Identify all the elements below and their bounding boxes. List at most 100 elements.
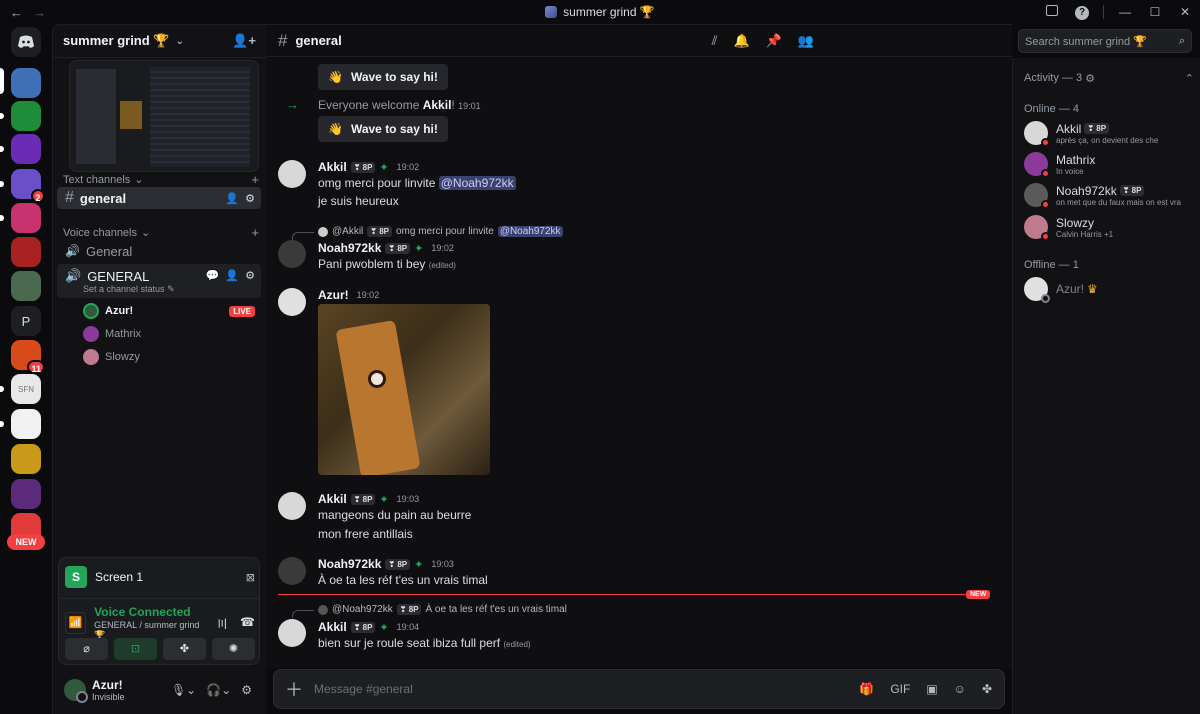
avatar[interactable] xyxy=(278,557,306,585)
clan-tag[interactable]: ❣ 8P xyxy=(385,242,411,254)
close-icon[interactable]: ✕ xyxy=(1170,5,1200,19)
author-name[interactable]: Akkil xyxy=(318,620,347,634)
server-icon-4[interactable]: 2 xyxy=(11,169,45,203)
server-icon-11[interactable] xyxy=(11,409,41,439)
disconnect-icon[interactable]: ☎ xyxy=(240,615,255,632)
apps-icon[interactable]: ✤ xyxy=(982,682,992,696)
author-name[interactable]: Akkil xyxy=(318,160,347,174)
add-attachment-icon[interactable]: ＋ xyxy=(274,676,314,702)
gear-icon[interactable]: ⚙ xyxy=(245,192,255,205)
clan-tag[interactable]: ❣ 8P xyxy=(1119,185,1145,196)
sticker-icon[interactable]: ▣ xyxy=(926,682,937,696)
voice-user-azur[interactable]: Azur! LIVE xyxy=(83,303,255,319)
author-name[interactable]: Akkil xyxy=(318,492,347,506)
member-item[interactable]: Slowzy Calvin Harris +1 xyxy=(1024,212,1200,242)
pencil-icon[interactable]: ✎ xyxy=(167,284,175,294)
author-name[interactable]: Azur! xyxy=(318,288,349,302)
clan-tag[interactable]: ❣ 8P xyxy=(350,161,376,173)
voice-channels-category[interactable]: Voice channels ⌄ + xyxy=(63,225,259,240)
channel-general[interactable]: # general 👤 ⚙ xyxy=(57,187,261,209)
reply-preview[interactable]: @Noah972kk ❣ 8P À oe ta les réf t'es un … xyxy=(318,604,567,615)
member-list-icon[interactable]: 👥 xyxy=(798,33,814,49)
voice-user-slowzy[interactable]: Slowzy xyxy=(83,349,255,365)
microphone-icon[interactable]: 🎙⌄ xyxy=(171,683,196,697)
add-channel-icon[interactable]: + xyxy=(251,225,259,240)
voice-channel-GENERAL[interactable]: 🔊 GENERAL Set a channel status ✎ 💬 👤 ⚙ xyxy=(57,264,261,298)
invite-icon[interactable]: 👤 xyxy=(225,192,239,205)
mention[interactable]: @Noah972kk xyxy=(438,176,516,190)
avatar[interactable] xyxy=(278,492,306,520)
image-attachment[interactable] xyxy=(318,304,490,475)
help-icon[interactable]: ? xyxy=(1067,4,1097,20)
search-input[interactable]: Search summer grind 🏆 ⌕ xyxy=(1018,29,1192,53)
server-icon-12[interactable] xyxy=(11,444,41,474)
camera-off-button[interactable]: ⌀ xyxy=(65,638,108,660)
server-icon-8[interactable]: P xyxy=(11,306,41,336)
discord-home-icon[interactable] xyxy=(11,27,41,57)
voice-status[interactable]: Voice Connected xyxy=(94,605,208,619)
gear-icon[interactable]: ⚙ xyxy=(245,269,255,282)
threads-icon[interactable]: ⫽ xyxy=(712,33,718,49)
server-icon-1[interactable] xyxy=(11,68,41,98)
server-icon-10[interactable]: SFN xyxy=(11,374,41,404)
pin-icon[interactable]: 📌 xyxy=(766,33,782,49)
bell-icon[interactable]: 🔔 xyxy=(733,33,749,49)
back-arrow-icon[interactable]: ← xyxy=(10,5,23,20)
signal-icon[interactable]: 📶 xyxy=(65,612,87,634)
reply-preview[interactable]: @Akkil ❣ 8P omg merci pour linvite @Noah… xyxy=(318,226,563,237)
message-composer[interactable]: ＋ Message #general 🎁 GIF ▣ ☺ ✤ xyxy=(273,669,1005,709)
avatar[interactable] xyxy=(278,240,306,268)
avatar[interactable] xyxy=(278,288,306,316)
server-icon-6[interactable] xyxy=(11,237,41,267)
author-name[interactable]: Noah972kk xyxy=(318,557,381,571)
server-icon-13[interactable] xyxy=(11,479,41,509)
member-item[interactable]: Azur! ♛ xyxy=(1024,274,1200,304)
noise-suppression-icon[interactable]: 〣 xyxy=(216,615,228,632)
wave-button[interactable]: 👋 Wave to say hi! xyxy=(318,116,448,142)
activity-header[interactable]: Activity — 3 ⚙ ⌃ xyxy=(1024,72,1194,85)
gear-icon[interactable]: ⚙ xyxy=(241,683,252,697)
gear-icon[interactable]: ⚙ xyxy=(1085,72,1095,85)
stop-stream-icon[interactable]: ⊠ xyxy=(246,571,255,584)
server-icon-5[interactable] xyxy=(11,203,41,233)
member-item[interactable]: Noah972kk ❣ 8P on met que du faux mais on … xyxy=(1024,180,1200,210)
member-item[interactable]: Akkil ❣ 8P après ça, on devient des che xyxy=(1024,118,1200,148)
chevron-up-icon[interactable]: ⌃ xyxy=(1185,72,1194,85)
member-item[interactable]: Mathrix In voice xyxy=(1024,149,1200,179)
screen-share-button[interactable]: ⊡ xyxy=(114,638,157,660)
wave-button[interactable]: 👋 Wave to say hi! xyxy=(318,64,448,90)
guild-header[interactable]: summer grind 🏆 ⌄ 👤+ xyxy=(53,25,266,58)
avatar[interactable] xyxy=(64,679,88,703)
gift-icon[interactable]: 🎁 xyxy=(859,682,874,696)
emoji-icon[interactable]: ☺ xyxy=(954,682,966,696)
author-name[interactable]: Noah972kk xyxy=(318,241,381,255)
screen-share-row[interactable]: S Screen 1 ⊠ xyxy=(65,566,255,588)
clan-tag[interactable]: ❣ 8P xyxy=(350,621,376,633)
server-icon-9[interactable]: 11 xyxy=(11,340,45,374)
voice-user-mathrix[interactable]: Mathrix xyxy=(83,326,255,342)
server-icon-3[interactable] xyxy=(11,134,41,164)
headphones-icon[interactable]: 🎧⌄ xyxy=(206,683,231,697)
text-channels-category[interactable]: Text channels ⌄ + xyxy=(63,172,259,187)
maximize-icon[interactable]: ☐ xyxy=(1140,5,1170,19)
activities-button[interactable]: ✤ xyxy=(163,638,206,660)
gif-icon[interactable]: GIF xyxy=(890,682,910,696)
minimize-icon[interactable]: — xyxy=(1110,5,1140,19)
avatar[interactable] xyxy=(278,160,306,188)
channel-status-label[interactable]: Set a channel status xyxy=(83,284,165,294)
server-icon-7[interactable] xyxy=(11,271,41,301)
invite-icon[interactable]: 👤 xyxy=(225,269,239,282)
chat-bubble-icon[interactable]: 💬 xyxy=(206,269,220,282)
clan-tag[interactable]: ❣ 8P xyxy=(385,558,411,570)
inbox-icon[interactable] xyxy=(1037,5,1067,19)
avatar[interactable] xyxy=(278,619,306,647)
voice-channel-general[interactable]: 🔊 General xyxy=(57,240,261,262)
clan-tag[interactable]: ❣ 8P xyxy=(1084,123,1110,134)
server-icon-2[interactable] xyxy=(11,101,41,131)
user-name[interactable]: Azur! xyxy=(92,678,125,692)
system-user[interactable]: Akkil xyxy=(423,98,452,112)
composer-placeholder[interactable]: Message #general xyxy=(314,682,413,696)
invite-people-icon[interactable]: 👤+ xyxy=(232,33,256,49)
add-channel-icon[interactable]: + xyxy=(251,172,259,187)
soundboard-button[interactable]: ✺ xyxy=(212,638,255,660)
